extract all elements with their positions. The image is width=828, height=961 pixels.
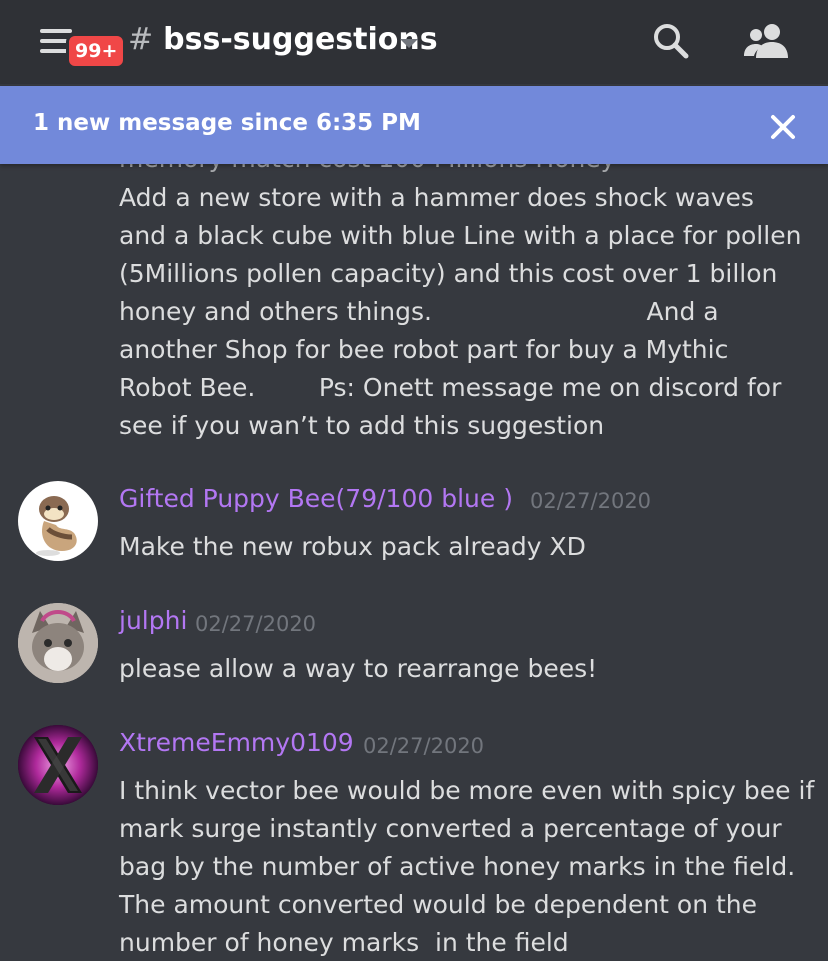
message-line: I think vector bee would be more even wi… xyxy=(119,776,815,805)
avatar[interactable] xyxy=(18,725,98,805)
username[interactable]: XtremeEmmy0109 xyxy=(119,728,354,757)
timestamp: 02/27/2020 xyxy=(530,489,652,513)
message-line: see if you wan’t to add this suggestion xyxy=(119,411,605,440)
notification-badge: 99+ xyxy=(66,33,127,69)
message-line: please allow a way to rearrange bees! xyxy=(119,654,598,683)
message-line: number of honey marks in the field xyxy=(119,928,569,957)
search-icon[interactable] xyxy=(652,22,690,60)
avatar[interactable] xyxy=(18,481,98,561)
avatar[interactable] xyxy=(18,603,98,683)
message-line: Add a new store with a hammer does shock… xyxy=(119,183,754,212)
message-line: bag by the number of active honey marks … xyxy=(119,852,796,881)
x-logo-avatar-icon xyxy=(18,725,98,805)
message-line: another Shop for bee robot part for buy … xyxy=(119,335,729,364)
chevron-down-icon[interactable] xyxy=(400,39,418,48)
channel-title[interactable]: # bss-suggestions xyxy=(128,22,438,57)
channel-header: 99+ # bss-suggestions xyxy=(0,0,828,84)
message-line: Robot Bee. Ps: Onett message me on disco… xyxy=(119,373,782,402)
message-line: mark surge instantly converted a percent… xyxy=(119,814,782,843)
message-line: Make the new robux pack already XD xyxy=(119,532,586,561)
new-message-banner[interactable]: 1 new message since 6:35 PM xyxy=(0,86,828,164)
new-message-text: 1 new message since 6:35 PM xyxy=(33,110,421,136)
cat-avatar-icon xyxy=(18,603,98,683)
hash-icon: # xyxy=(128,22,154,57)
username[interactable]: Gifted Puppy Bee(79/100 blue ) xyxy=(119,484,513,513)
message-line: honey and others things. And a xyxy=(119,297,719,326)
message-line: (5Millions pollen capacity) and this cos… xyxy=(119,259,778,288)
members-icon[interactable] xyxy=(742,22,790,60)
timestamp: 02/27/2020 xyxy=(195,612,317,636)
timestamp: 02/27/2020 xyxy=(363,734,485,758)
close-icon[interactable] xyxy=(770,114,796,140)
username[interactable]: julphi xyxy=(119,606,187,635)
furret-avatar-icon xyxy=(36,496,77,556)
message-line: and a black cube with blue Line with a p… xyxy=(119,221,802,250)
message-line: The amount converted would be dependent … xyxy=(119,890,758,919)
channel-name: bss-suggestions xyxy=(163,22,438,57)
message-list[interactable]: memory match cost 100 Millions Honey Add… xyxy=(0,164,828,961)
message-line: memory match cost 100 Millions Honey xyxy=(119,164,615,178)
